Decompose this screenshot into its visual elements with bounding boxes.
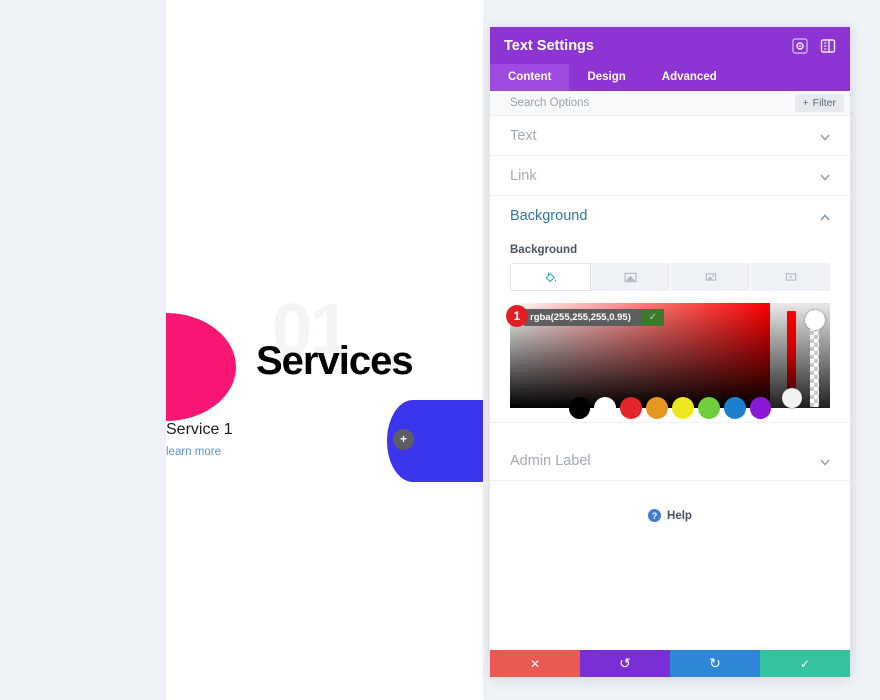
background-gradient-tab[interactable] bbox=[591, 263, 671, 291]
video-icon bbox=[785, 273, 796, 281]
swatch-black[interactable] bbox=[568, 397, 591, 419]
background-color-tab[interactable] bbox=[510, 263, 591, 291]
focus-icon[interactable] bbox=[792, 37, 808, 54]
swatch-blue[interactable] bbox=[723, 397, 746, 419]
color-value-input[interactable] bbox=[524, 309, 642, 326]
swatch-yellow[interactable] bbox=[672, 397, 694, 419]
background-type-tabs bbox=[510, 263, 830, 291]
redo-button[interactable]: ↻ bbox=[670, 650, 760, 677]
swatch-purple[interactable] bbox=[749, 397, 772, 419]
help-row[interactable]: ? Help bbox=[490, 481, 850, 522]
text-settings-modal: Text Settings Content Design Advanced Se… bbox=[490, 27, 850, 677]
swatch-spacer bbox=[510, 397, 565, 419]
tab-advanced[interactable]: Advanced bbox=[644, 64, 735, 91]
image-icon bbox=[705, 273, 716, 281]
service-title: Service 1 bbox=[166, 421, 233, 438]
search-input[interactable] bbox=[510, 97, 795, 109]
gradient-icon bbox=[624, 272, 637, 282]
chevron-up-icon bbox=[819, 211, 830, 222]
swatch-white[interactable] bbox=[594, 397, 617, 419]
swatch-spacer bbox=[775, 397, 830, 419]
cancel-button[interactable]: ✕ bbox=[490, 650, 580, 677]
plus-icon: + bbox=[802, 97, 809, 109]
modal-title: Text Settings bbox=[504, 37, 594, 54]
modal-body: Text Link Background Background 1 rgba(2… bbox=[490, 116, 850, 650]
section-label-link: Link bbox=[510, 167, 537, 184]
step-badge: 1 bbox=[506, 305, 528, 327]
section-row-admin-label[interactable]: Admin Label bbox=[490, 441, 850, 481]
help-icon: ? bbox=[648, 509, 662, 522]
background-field-label: Background bbox=[510, 244, 578, 256]
search-bar: + Filter bbox=[490, 91, 850, 116]
color-picker: 1 ✓ bbox=[506, 303, 830, 419]
color-value-row: ✓ bbox=[524, 309, 664, 326]
paint-bucket-icon bbox=[545, 272, 557, 282]
background-video-tab[interactable] bbox=[751, 263, 830, 291]
save-button[interactable]: ✓ bbox=[760, 650, 850, 677]
chevron-down-icon bbox=[819, 130, 830, 141]
modal-footer: ✕ ↺ ↻ ✓ bbox=[490, 650, 850, 677]
background-image-tab[interactable] bbox=[671, 263, 751, 291]
section-row-link[interactable]: Link bbox=[490, 156, 850, 196]
filter-button-label: Filter bbox=[812, 97, 836, 109]
alpha-slider-handle[interactable] bbox=[805, 310, 825, 330]
section-row-background[interactable]: Background bbox=[490, 196, 850, 236]
background-section-content: Background 1 rgba(255,255,255,0.95) ✓ bbox=[490, 236, 850, 423]
modal-tabs: Content Design Advanced bbox=[490, 64, 850, 91]
color-picker-canvas[interactable]: 1 ✓ bbox=[506, 303, 830, 419]
section-row-text[interactable]: Text bbox=[490, 116, 850, 156]
section-label-text: Text bbox=[510, 127, 537, 144]
help-label: Help bbox=[667, 509, 692, 522]
tab-design[interactable]: Design bbox=[569, 64, 643, 91]
swatch-green[interactable] bbox=[697, 397, 720, 419]
chevron-down-icon bbox=[819, 455, 830, 466]
filter-button[interactable]: + Filter bbox=[794, 94, 844, 112]
section-label-admin-label: Admin Label bbox=[510, 452, 591, 469]
modal-header: Text Settings bbox=[490, 27, 850, 64]
swatch-red[interactable] bbox=[620, 397, 643, 419]
layout-panel-icon[interactable] bbox=[820, 38, 836, 54]
learn-more-link[interactable]: learn more bbox=[166, 446, 221, 458]
swatch-orange[interactable] bbox=[646, 397, 668, 419]
color-confirm-button[interactable]: ✓ bbox=[642, 309, 664, 326]
modal-header-actions bbox=[792, 37, 836, 54]
tab-content[interactable]: Content bbox=[490, 64, 570, 91]
add-module-button[interactable]: + bbox=[393, 429, 414, 450]
color-swatches bbox=[510, 397, 830, 419]
screen-root: 01 Services Service 1 learn more + Text … bbox=[0, 0, 880, 700]
undo-button[interactable]: ↺ bbox=[580, 650, 670, 677]
section-label-background: Background bbox=[510, 208, 588, 224]
chevron-down-icon bbox=[819, 170, 830, 181]
page-title: Services bbox=[256, 339, 414, 383]
alpha-slider[interactable] bbox=[810, 319, 819, 407]
